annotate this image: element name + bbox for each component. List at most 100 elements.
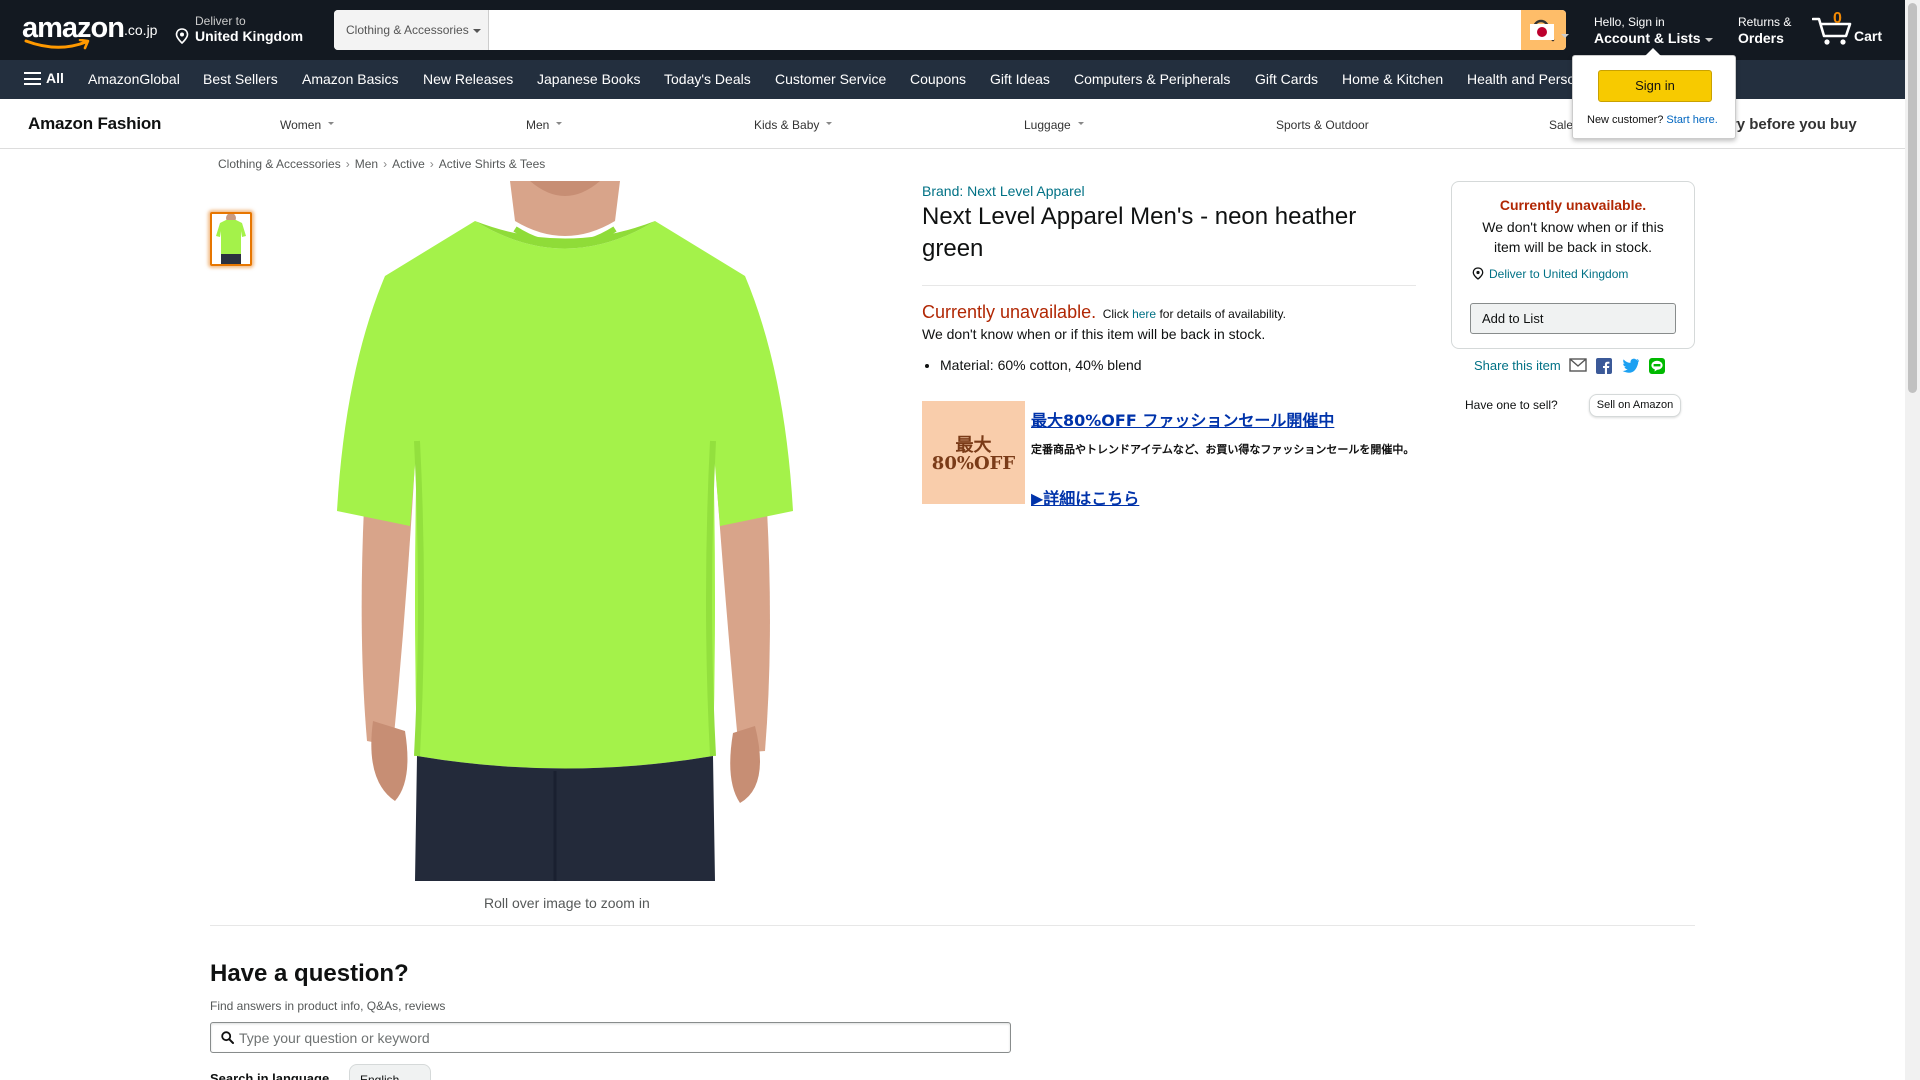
feature-bullets: Material: 60% cotton, 40% blend xyxy=(940,357,1142,373)
divider xyxy=(922,285,1416,286)
sale-description: 定番商品やトレンドアイテムなど、お買い得なファッションセールを開催中。 xyxy=(1031,443,1415,456)
fashion-sports[interactable]: Sports & Outdoor xyxy=(1276,118,1369,132)
buybox-message: We don't know when or if this item will … xyxy=(1482,219,1664,255)
nav-link-amazonglobal[interactable]: AmazonGlobal xyxy=(88,71,180,87)
caret-down-icon xyxy=(826,122,833,128)
buybox-deliver-link[interactable]: Deliver to United Kingdom xyxy=(1472,265,1628,281)
language-caret-icon[interactable] xyxy=(1561,34,1569,42)
all-menu-button[interactable]: All xyxy=(24,70,64,86)
deliver-label: Deliver to xyxy=(195,14,246,28)
cart-button[interactable]: 0 Cart xyxy=(1812,10,1908,50)
cart-count: 0 xyxy=(1833,10,1842,27)
add-to-list-button[interactable]: Add to List xyxy=(1470,303,1676,334)
fashion-sale-label: Sale xyxy=(1549,118,1574,132)
breadcrumb-item[interactable]: Active xyxy=(392,157,425,171)
nav-link-best-sellers[interactable]: Best Sellers xyxy=(203,71,278,87)
product-main-image[interactable] xyxy=(315,181,815,881)
buy-box: Currently unavailable. We don't know whe… xyxy=(1451,181,1695,349)
start-here-link[interactable]: Start here. xyxy=(1666,114,1717,126)
nav-link-new-releases[interactable]: New Releases xyxy=(423,71,513,87)
breadcrumb-item[interactable]: Clothing & Accessories xyxy=(218,157,341,171)
returns-label: Returns & xyxy=(1738,15,1792,29)
language-select[interactable]: English xyxy=(349,1064,431,1080)
nav-link-todays-deals[interactable]: Today's Deals xyxy=(664,71,751,87)
chevron-right-icon: › xyxy=(429,157,434,171)
brand-link[interactable]: Brand: Next Level Apparel xyxy=(922,183,1085,199)
try-text: try before you buy xyxy=(1721,116,1857,133)
hamburger-icon xyxy=(24,72,41,85)
page-scrollbar[interactable] xyxy=(1905,0,1920,1080)
flag-circle xyxy=(1537,27,1547,37)
zoom-caption: Roll over image to zoom in xyxy=(484,895,650,911)
chevron-right-icon: › xyxy=(345,157,350,171)
sale-badge-image[interactable]: 最大 80%OFF xyxy=(922,401,1025,504)
search-bar: Clothing & Accessories xyxy=(334,10,1566,50)
nav-link-customer-service[interactable]: Customer Service xyxy=(775,71,886,87)
feature-bullet: Material: 60% cotton, 40% blend xyxy=(940,357,1142,373)
returns-orders[interactable]: Returns & Orders xyxy=(1738,15,1791,46)
fashion-kids[interactable]: Kids & Baby xyxy=(754,118,833,132)
nav-link-gift-ideas[interactable]: Gift Ideas xyxy=(990,71,1050,87)
scrollbar-thumb[interactable] xyxy=(1908,3,1917,393)
cart-label: Cart xyxy=(1854,28,1883,44)
qa-search-input[interactable] xyxy=(239,1023,999,1052)
nav-link-gift-cards[interactable]: Gift Cards xyxy=(1255,71,1318,87)
twitter-icon[interactable] xyxy=(1622,358,1640,376)
breadcrumb: Clothing & Accessories › Men › Active › Active… xyxy=(218,157,545,171)
fashion-luggage[interactable]: Luggage xyxy=(1024,118,1084,132)
location-pin-icon xyxy=(175,28,189,44)
account-lists[interactable]: Hello, Sign in Account & Lists xyxy=(1594,15,1713,46)
top-nav: amazon .co.jp Deliver to United Kingdom … xyxy=(0,0,1920,60)
availability: Currently unavailable. Click here for de… xyxy=(922,302,1286,323)
chevron-right-icon: › xyxy=(383,157,388,171)
click-label: Click xyxy=(1102,307,1129,321)
nav-link-computers[interactable]: Computers & Peripherals xyxy=(1074,71,1230,87)
sale-details-link[interactable]: ▶詳細はこちら xyxy=(1031,485,1139,509)
qa-subtitle: Find answers in product info, Q&As, revi… xyxy=(210,999,446,1013)
fashion-men[interactable]: Men xyxy=(526,118,563,132)
nav-link-health[interactable]: Health and Perso xyxy=(1467,71,1575,87)
fashion-sale[interactable]: Sale xyxy=(1549,118,1573,132)
availability-here-link[interactable]: here xyxy=(1132,307,1156,321)
share-label[interactable]: Share this item xyxy=(1474,358,1561,373)
restock-message: We don't know when or if this item will … xyxy=(922,326,1266,342)
logo-tld: .co.jp xyxy=(124,22,158,38)
caret-down-icon xyxy=(1704,38,1713,46)
sale-title-link[interactable]: 最大80%OFF ファッションセール開催中 xyxy=(1031,407,1334,431)
signin-button[interactable]: Sign in xyxy=(1598,70,1712,102)
signin-flyout: Sign in New customer? Start here. xyxy=(1572,48,1736,139)
buybox-status: Currently unavailable. xyxy=(1499,197,1647,213)
japan-flag-icon[interactable] xyxy=(1530,24,1554,40)
availability-status: Currently unavailable. xyxy=(922,302,1097,322)
all-label: All xyxy=(46,70,64,86)
product-thumbnail[interactable] xyxy=(210,212,252,266)
amazon-fashion-logo[interactable]: Amazon Fashion xyxy=(28,114,161,134)
thumbnail-shirt-image xyxy=(212,214,250,264)
deliver-country: United Kingdom xyxy=(195,28,304,44)
amazon-logo[interactable]: amazon .co.jp xyxy=(20,12,158,50)
breadcrumb-item[interactable]: Active Shirts & Tees xyxy=(439,157,546,171)
sell-on-amazon-button[interactable]: Sell on Amazon xyxy=(1589,394,1681,417)
facebook-icon[interactable] xyxy=(1596,358,1612,377)
search-category-dropdown[interactable]: Clothing & Accessories xyxy=(334,10,489,50)
fashion-women[interactable]: Women xyxy=(280,118,335,132)
fashion-kids-label: Kids & Baby xyxy=(754,118,820,132)
nav-link-coupons[interactable]: Coupons xyxy=(910,71,966,87)
nav-link-japanese-books[interactable]: Japanese Books xyxy=(537,71,641,87)
email-icon[interactable] xyxy=(1569,358,1587,375)
breadcrumb-item[interactable]: Men xyxy=(355,157,378,171)
nav-link-amazon-basics[interactable]: Amazon Basics xyxy=(302,71,398,87)
line-icon[interactable] xyxy=(1649,358,1665,377)
search-category-label: Clothing & Accessories xyxy=(346,23,469,37)
account-greeting: Hello, Sign in xyxy=(1594,15,1665,29)
fashion-luggage-label: Luggage xyxy=(1024,118,1071,132)
new-customer-label: New customer? xyxy=(1587,114,1664,126)
search-language-label: Search in language xyxy=(210,1071,330,1080)
caret-down-icon xyxy=(1077,122,1084,128)
orders-label: Orders xyxy=(1738,30,1784,46)
product-title: Next Level Apparel Men's - neon heather … xyxy=(922,203,1357,262)
search-input[interactable] xyxy=(490,10,1509,50)
nav-link-home-kitchen[interactable]: Home & Kitchen xyxy=(1342,71,1443,87)
new-customer-text: New customer? Start here. xyxy=(1587,114,1718,126)
details-label: for details of availability. xyxy=(1159,307,1286,321)
